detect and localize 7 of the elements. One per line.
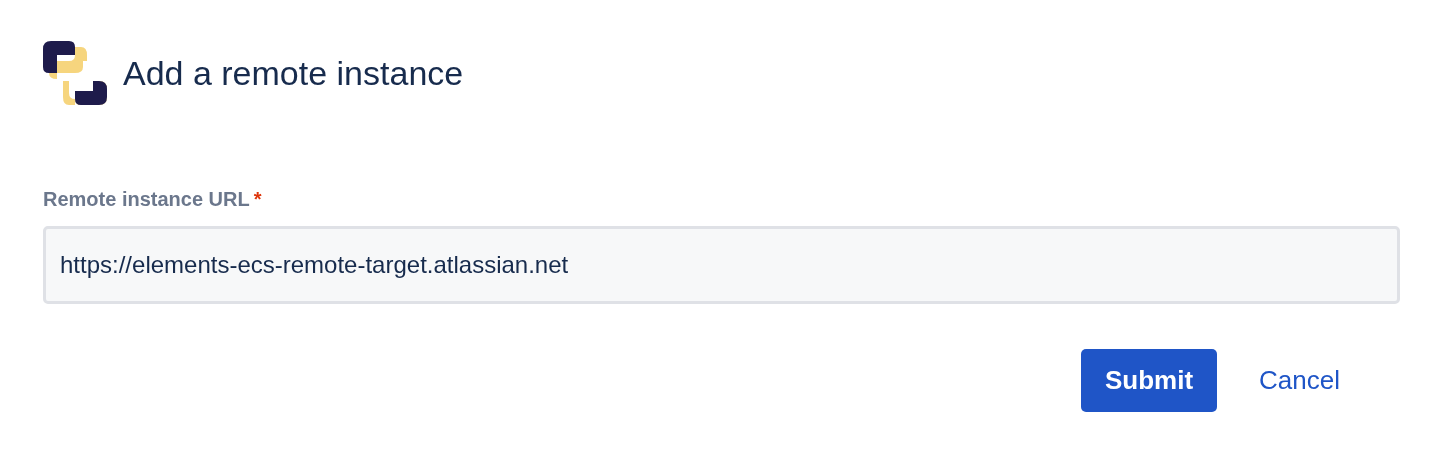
field-label: Remote instance URL [43, 187, 250, 212]
submit-button[interactable]: Submit [1080, 349, 1218, 412]
logo-icon [43, 41, 107, 105]
required-mark: * [253, 187, 262, 212]
dialog-title: Add a remote instance [123, 56, 464, 90]
url-field[interactable]: https://elements-ecs-remote-target.atlassian.net [43, 226, 1400, 304]
cancel-button[interactable]: Cancel [1229, 349, 1370, 412]
